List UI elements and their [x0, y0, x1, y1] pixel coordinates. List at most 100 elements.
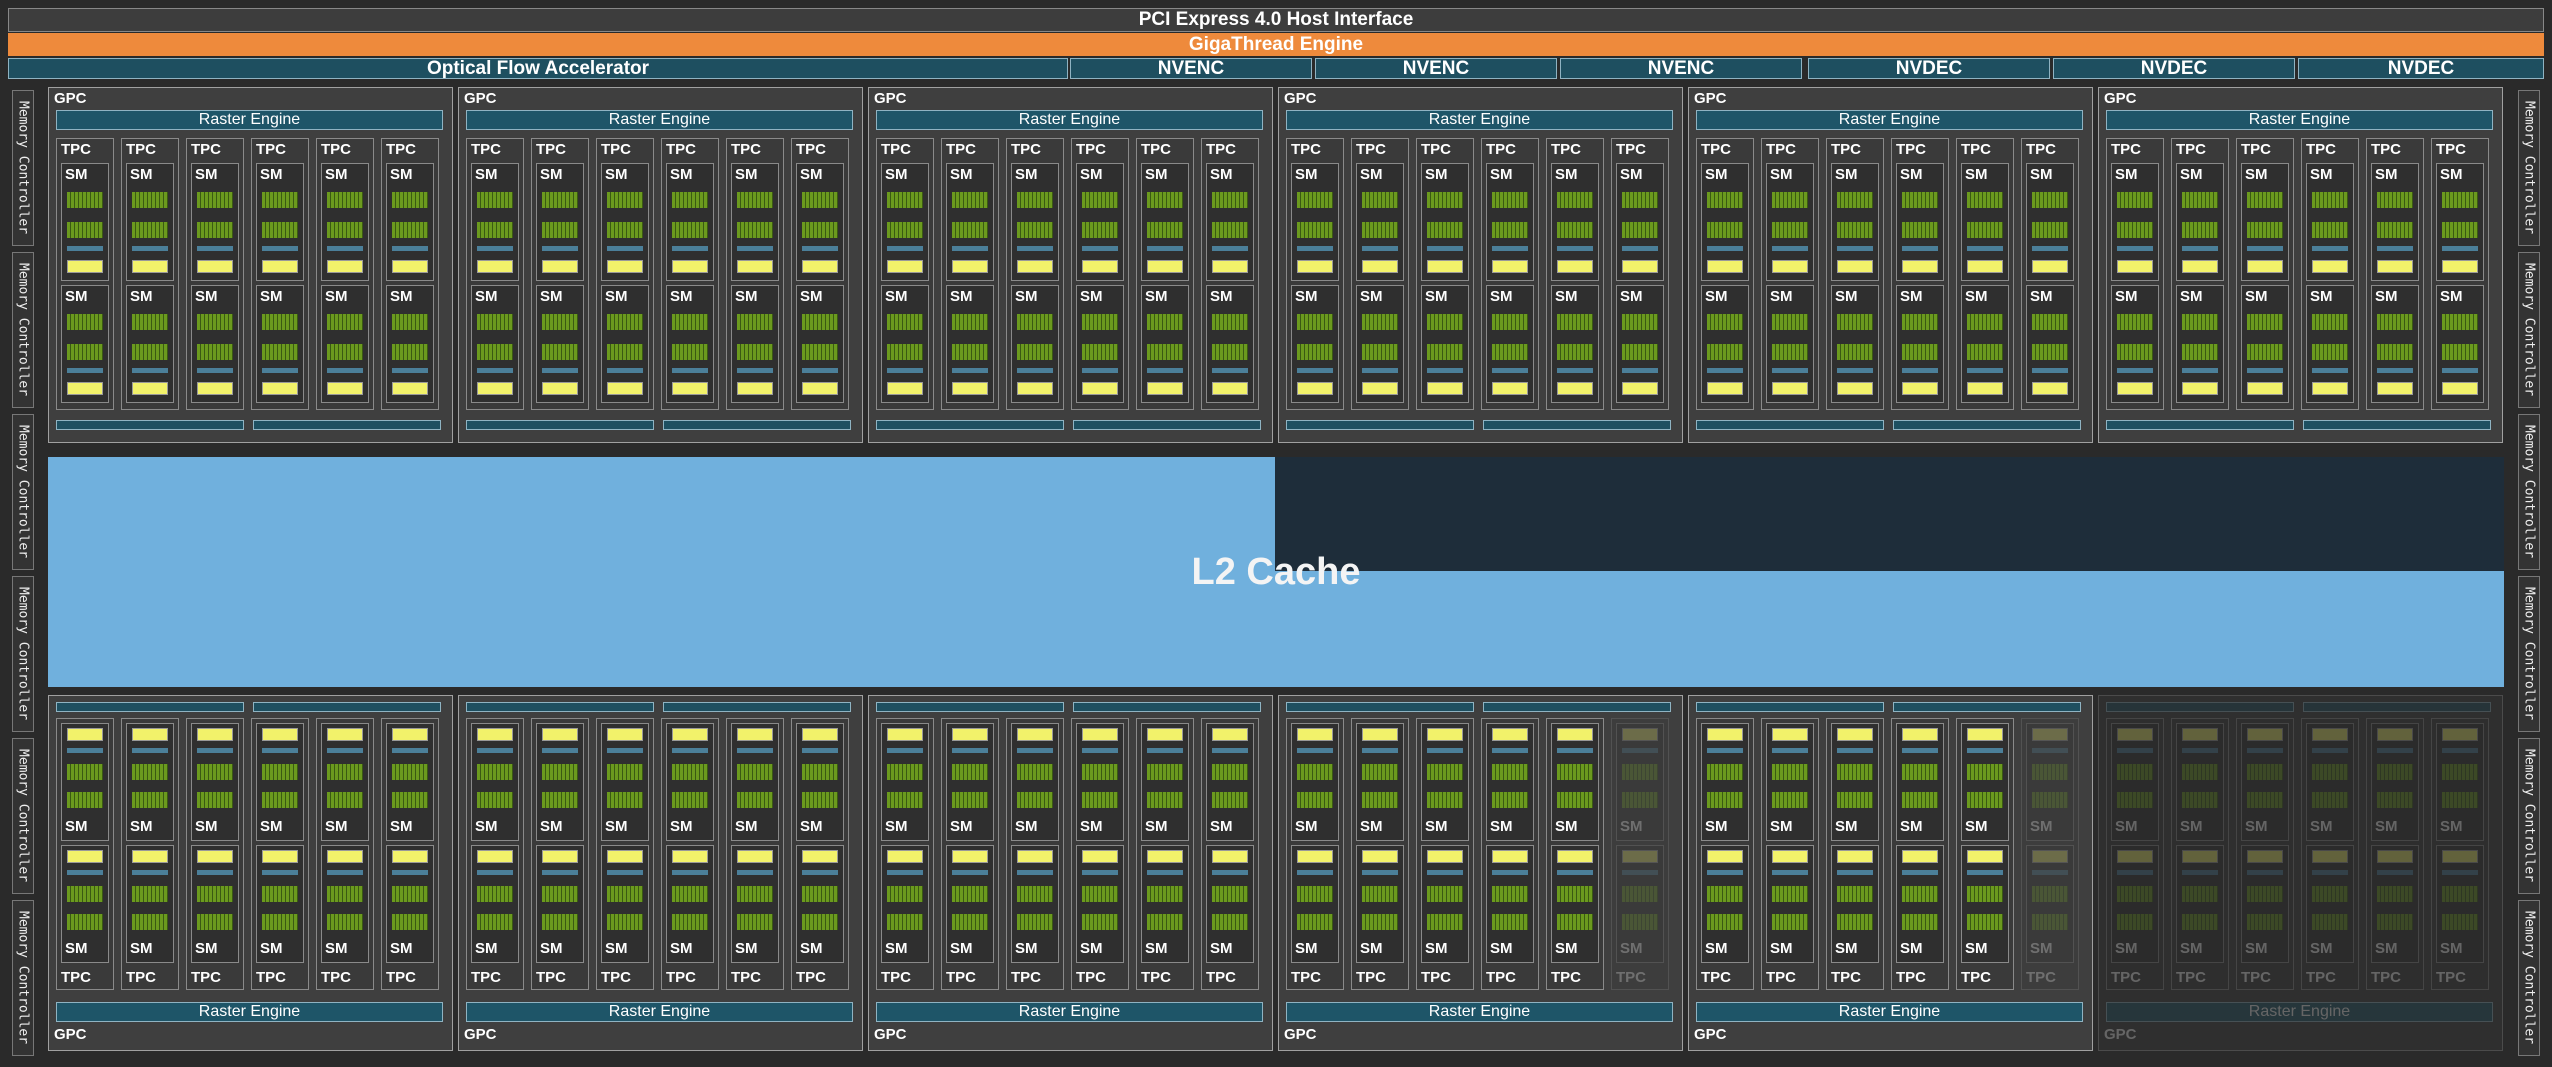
sm-label: SM	[1900, 288, 1923, 305]
sm-block: SM	[256, 163, 304, 281]
tpc-label: TPC	[2306, 969, 2336, 986]
sm-cores-icon	[2182, 764, 2218, 780]
sm-rt-core-icon	[607, 728, 643, 741]
sm-block: SM	[1291, 845, 1339, 963]
sm-label: SM	[670, 288, 693, 305]
sm-cache-icon	[1772, 246, 1808, 251]
sm-block: SM	[2306, 163, 2354, 281]
sm-cores-icon	[1967, 792, 2003, 808]
sm-block: SM	[2436, 845, 2484, 963]
sm-cache-icon	[1902, 870, 1938, 875]
sm-cores-icon	[67, 192, 103, 208]
sm-label: SM	[605, 288, 628, 305]
sm-rt-core-icon	[1557, 850, 1593, 863]
sm-cache-icon	[887, 748, 923, 753]
sm-rt-core-icon	[1147, 382, 1183, 395]
sm-cores-icon	[1297, 886, 1333, 902]
sm-rt-core-icon	[262, 728, 298, 741]
sm-rt-core-icon	[1557, 728, 1593, 741]
tpc-label: TPC	[1831, 141, 1861, 158]
tpc-label: TPC	[601, 141, 631, 158]
tpc-block: SM SM TPC	[251, 718, 309, 990]
sm-cores-icon	[67, 764, 103, 780]
raster-engine: Raster Engine	[2106, 1002, 2493, 1022]
sm-cores-icon	[1902, 344, 1938, 360]
sm-label: SM	[2245, 818, 2268, 835]
sm-cores-icon	[1492, 792, 1528, 808]
sm-cores-icon	[1082, 886, 1118, 902]
sm-label: SM	[2440, 288, 2463, 305]
sm-rt-core-icon	[2032, 850, 2068, 863]
sm-block: SM	[1616, 723, 1664, 841]
gpc-block: GPC Raster Engine TPC SM SM TPC SM SM TPC SM SM TPC…	[48, 87, 453, 443]
sm-block: SM	[1766, 285, 1814, 403]
tpc-block: SM SM TPC	[1546, 718, 1604, 990]
sm-cache-icon	[1707, 748, 1743, 753]
gpc-strip	[1073, 702, 1261, 712]
tpc-label: TPC	[536, 141, 566, 158]
tpc-label: TPC	[2371, 141, 2401, 158]
tpc-block: SM SM TPC	[1006, 718, 1064, 990]
sm-cores-icon	[1212, 886, 1248, 902]
sm-cache-icon	[67, 870, 103, 875]
sm-rt-core-icon	[1902, 728, 1938, 741]
gpc-label: GPC	[874, 90, 907, 107]
sm-cache-icon	[2312, 748, 2348, 753]
sm-cache-icon	[672, 368, 708, 373]
gpc-strip	[663, 702, 851, 712]
sm-cache-icon	[542, 368, 578, 373]
sm-cores-icon	[1772, 914, 1808, 930]
sm-cache-icon	[67, 368, 103, 373]
sm-cores-icon	[1492, 314, 1528, 330]
sm-cores-icon	[672, 222, 708, 238]
tpc-label: TPC	[1961, 141, 1991, 158]
tpc-label: TPC	[471, 969, 501, 986]
tpc-label: TPC	[191, 969, 221, 986]
sm-rt-core-icon	[2182, 260, 2218, 273]
tpc-block: SM SM TPC	[1891, 718, 1949, 990]
tpc-label: TPC	[321, 969, 351, 986]
sm-rt-core-icon	[2312, 850, 2348, 863]
sm-label: SM	[2245, 940, 2268, 957]
sm-label: SM	[2375, 166, 2398, 183]
sm-cache-icon	[607, 870, 643, 875]
sm-cache-icon	[262, 748, 298, 753]
sm-cores-icon	[887, 314, 923, 330]
sm-cache-icon	[1082, 748, 1118, 753]
sm-block: SM	[2371, 163, 2419, 281]
gpc-block: Raster Engine GPC SM SM TPC SM SM TPC SM SM TPC SM S…	[1688, 695, 2093, 1051]
sm-block: SM	[2306, 845, 2354, 963]
sm-rt-core-icon	[67, 850, 103, 863]
sm-rt-core-icon	[1427, 382, 1463, 395]
optical-flow-accelerator: Optical Flow Accelerator	[8, 58, 1068, 79]
tpc-block: SM SM TPC	[876, 718, 934, 990]
tpc-block: TPC SM SM	[1761, 138, 1819, 410]
sm-cores-icon	[1622, 914, 1658, 930]
sm-cache-icon	[802, 246, 838, 251]
sm-rt-core-icon	[1297, 728, 1333, 741]
sm-rt-core-icon	[1492, 850, 1528, 863]
sm-cache-icon	[392, 368, 428, 373]
sm-cache-icon	[1427, 246, 1463, 251]
gpc-strip	[876, 420, 1064, 430]
gpc-strip	[1696, 702, 1884, 712]
sm-cache-icon	[1902, 748, 1938, 753]
sm-label: SM	[1705, 818, 1728, 835]
sm-label: SM	[1490, 166, 1513, 183]
sm-label: SM	[325, 288, 348, 305]
sm-block: SM	[471, 845, 519, 963]
sm-rt-core-icon	[2442, 850, 2478, 863]
sm-cores-icon	[1082, 222, 1118, 238]
tpc-label: TPC	[1551, 141, 1581, 158]
tpc-block: SM SM TPC	[1416, 718, 1474, 990]
sm-cache-icon	[1017, 368, 1053, 373]
sm-rt-core-icon	[262, 260, 298, 273]
sm-label: SM	[195, 940, 218, 957]
sm-cores-icon	[2377, 914, 2413, 930]
tpc-block: SM SM TPC	[1956, 718, 2014, 990]
tpc-label: TPC	[2176, 969, 2206, 986]
tpc-block: TPC SM SM	[941, 138, 999, 410]
sm-label: SM	[1965, 288, 1988, 305]
sm-block: SM	[1616, 163, 1664, 281]
sm-label: SM	[540, 940, 563, 957]
